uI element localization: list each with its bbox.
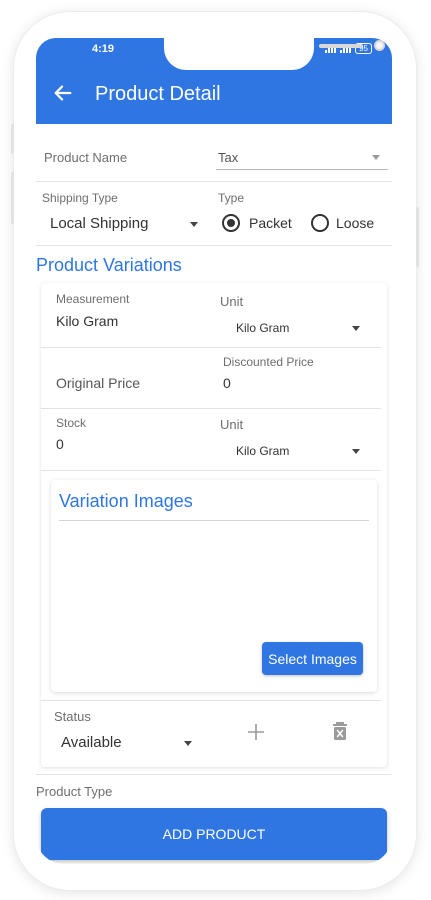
discounted-price-value: 0 bbox=[223, 375, 231, 391]
type-label: Type bbox=[218, 191, 245, 205]
product-type-label: Product Type bbox=[36, 784, 113, 799]
stock-input[interactable]: 0 bbox=[54, 434, 204, 456]
measurement-value: Kilo Gram bbox=[56, 313, 119, 329]
divider bbox=[41, 700, 381, 701]
product-name-dropdown[interactable]: Tax bbox=[216, 144, 388, 170]
type-option-label: Loose bbox=[336, 215, 375, 231]
add-product-button[interactable]: ADD PRODUCT bbox=[41, 808, 387, 860]
divider bbox=[41, 347, 381, 348]
unit-label: Unit bbox=[220, 294, 244, 309]
shipping-type-label: Shipping Type bbox=[42, 191, 118, 205]
divider bbox=[41, 408, 381, 409]
variation-images-title: Variation Images bbox=[59, 491, 193, 511]
status-dropdown[interactable]: Available bbox=[58, 731, 198, 755]
type-radio-packet[interactable]: Packet bbox=[222, 212, 302, 236]
type-radio-loose[interactable]: Loose bbox=[311, 212, 381, 236]
stock-label: Stock bbox=[56, 416, 87, 430]
arrow-left-icon[interactable] bbox=[52, 82, 74, 104]
divider bbox=[36, 181, 392, 182]
stock-unit-value: Kilo Gram bbox=[236, 444, 290, 458]
divider bbox=[59, 520, 369, 521]
page-title: Product Detail bbox=[95, 83, 221, 105]
product-name-label: Product Name bbox=[44, 150, 128, 165]
app-screen: 4:19 95 Product Detail Product Name Tax … bbox=[36, 38, 392, 864]
status-time: 4:19 bbox=[92, 43, 115, 55]
stock-unit-label: Unit bbox=[220, 417, 244, 432]
unit-dropdown[interactable]: Kilo Gram bbox=[232, 318, 368, 340]
app-bar: 4:19 95 Product Detail bbox=[36, 38, 392, 124]
chevron-down-icon bbox=[190, 222, 198, 227]
divider bbox=[36, 245, 392, 246]
chevron-down-icon bbox=[184, 741, 192, 746]
discounted-price-input[interactable]: 0 bbox=[220, 372, 370, 396]
divider bbox=[36, 774, 392, 775]
phone-side-button bbox=[416, 207, 419, 267]
shipping-type-value: Local Shipping bbox=[50, 215, 149, 232]
speaker-grille bbox=[319, 44, 363, 48]
measurement-input[interactable]: Kilo Gram bbox=[54, 311, 204, 333]
select-images-button[interactable]: Select Images bbox=[262, 642, 363, 675]
chevron-down-icon bbox=[372, 155, 380, 160]
discounted-price-label: Discounted Price bbox=[223, 355, 314, 369]
chevron-down-icon bbox=[352, 326, 360, 331]
stock-unit-dropdown[interactable]: Kilo Gram bbox=[232, 441, 368, 463]
type-option-label: Packet bbox=[249, 215, 292, 231]
divider bbox=[41, 470, 381, 471]
chevron-down-icon bbox=[352, 449, 360, 454]
stock-value: 0 bbox=[56, 436, 64, 452]
original-price-input[interactable]: Original Price bbox=[54, 372, 204, 396]
trash-icon[interactable] bbox=[329, 720, 351, 742]
product-name-value: Tax bbox=[218, 150, 239, 165]
original-price-placeholder: Original Price bbox=[56, 375, 141, 391]
radio-unchecked-icon bbox=[311, 214, 329, 232]
camera-icon bbox=[374, 40, 385, 51]
phone-side-button bbox=[11, 172, 14, 224]
radio-checked-icon bbox=[222, 214, 240, 232]
variations-title: Product Variations bbox=[36, 255, 182, 275]
shipping-type-dropdown[interactable]: Local Shipping bbox=[46, 212, 206, 236]
phone-notch bbox=[164, 38, 385, 70]
unit-value: Kilo Gram bbox=[236, 321, 290, 335]
measurement-label: Measurement bbox=[56, 292, 130, 306]
status-label: Status bbox=[54, 709, 91, 724]
underline bbox=[216, 169, 388, 170]
status-value: Available bbox=[61, 734, 122, 751]
phone-side-button bbox=[11, 124, 14, 154]
plus-icon[interactable] bbox=[245, 721, 267, 743]
